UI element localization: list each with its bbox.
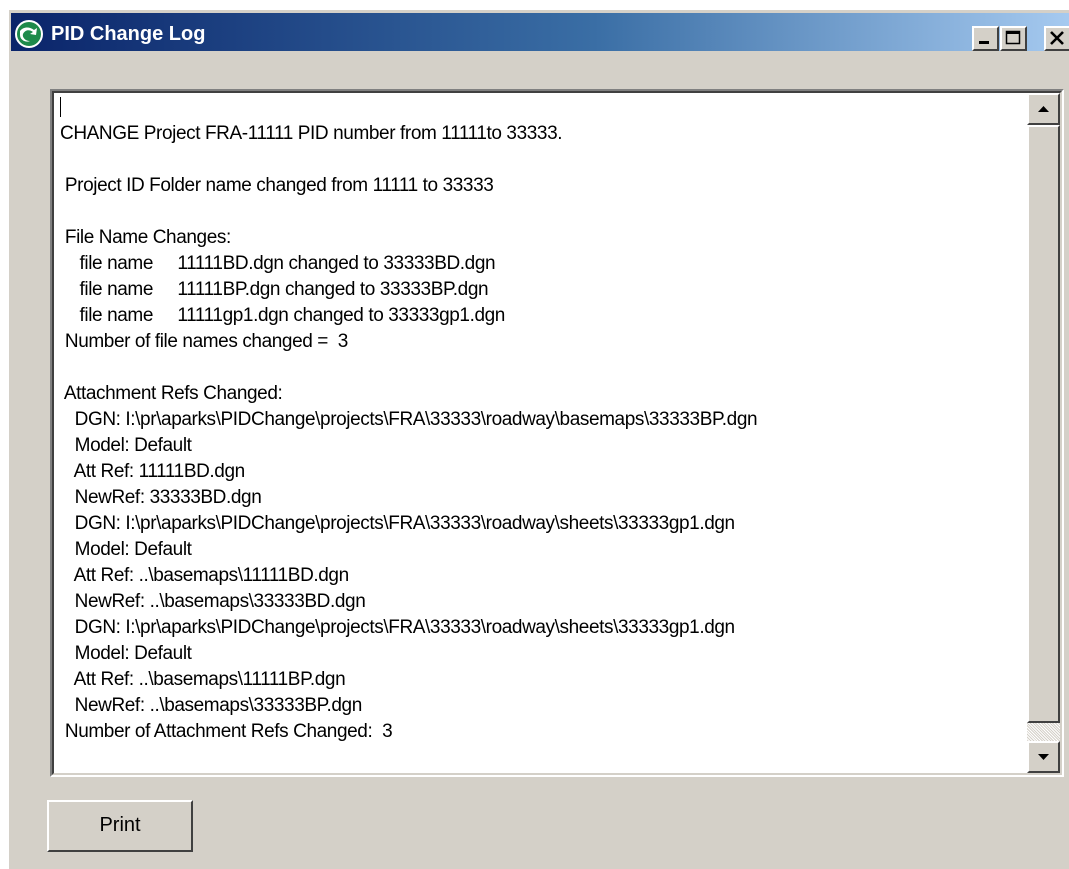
- print-button[interactable]: Print: [47, 800, 193, 852]
- log-line: Model: Default: [60, 643, 192, 664]
- log-line: Number of Attachment Refs Changed: 3: [60, 721, 393, 742]
- app-logo-icon[interactable]: [15, 20, 43, 48]
- log-line: file name 11111BP.dgn changed to 33333BP…: [60, 279, 489, 300]
- log-line: file name 11111gp1.dgn changed to 33333g…: [60, 305, 506, 326]
- log-textbox-frame: CHANGE Project FRA-11111 PID number from…: [50, 89, 1064, 777]
- vertical-scrollbar[interactable]: [1027, 93, 1060, 773]
- log-line: Att Ref: ..\basemaps\11111BD.dgn: [60, 565, 350, 586]
- log-line: Number of file names changed = 3: [60, 331, 348, 352]
- minimize-button[interactable]: [972, 26, 999, 51]
- log-line: DGN: I:\pr\aparks\PIDChange\projects\FRA…: [60, 617, 735, 638]
- log-content: CHANGE Project FRA-11111 PID number from…: [60, 121, 1010, 745]
- title-bar[interactable]: PID Change Log: [11, 13, 1069, 51]
- log-line: Model: Default: [60, 435, 192, 456]
- scroll-up-button[interactable]: [1027, 93, 1060, 125]
- pid-change-log-window: PID Change Log CHANGE Project FRA-11111 …: [7, 8, 1069, 869]
- close-button[interactable]: [1044, 26, 1069, 51]
- log-line: Project ID Folder name changed from 1111…: [60, 175, 494, 196]
- log-line: DGN: I:\pr\aparks\PIDChange\projects\FRA…: [60, 409, 758, 430]
- log-line: Model: Default: [60, 539, 192, 560]
- scroll-up-arrow-icon: [1038, 106, 1049, 112]
- window-title: PID Change Log: [51, 23, 206, 45]
- maximize-icon: [1005, 30, 1021, 45]
- minimize-icon: [979, 41, 989, 44]
- maximize-button[interactable]: [1000, 26, 1027, 51]
- log-line: File Name Changes:: [60, 227, 231, 248]
- scroll-thumb[interactable]: [1027, 125, 1060, 723]
- text-caret: [60, 97, 61, 117]
- log-line: DGN: I:\pr\aparks\PIDChange\projects\FRA…: [60, 513, 735, 534]
- log-line: file name 11111BD.dgn changed to 33333BD…: [60, 253, 496, 274]
- log-line: NewRef: ..\basemaps\33333BD.dgn: [60, 591, 366, 612]
- log-line: Attachment Refs Changed:: [60, 383, 283, 404]
- scroll-down-arrow-icon: [1038, 754, 1049, 760]
- scroll-down-button[interactable]: [1027, 741, 1060, 773]
- log-line: CHANGE Project FRA-11111 PID number from…: [60, 123, 563, 144]
- log-line: NewRef: ..\basemaps\33333BP.dgn: [60, 695, 363, 716]
- log-line: Att Ref: 11111BD.dgn: [60, 461, 246, 482]
- log-textbox[interactable]: CHANGE Project FRA-11111 PID number from…: [52, 91, 1062, 775]
- log-line: NewRef: 33333BD.dgn: [60, 487, 262, 508]
- close-icon: [1050, 31, 1064, 45]
- log-line: Att Ref: ..\basemaps\11111BP.dgn: [60, 669, 346, 690]
